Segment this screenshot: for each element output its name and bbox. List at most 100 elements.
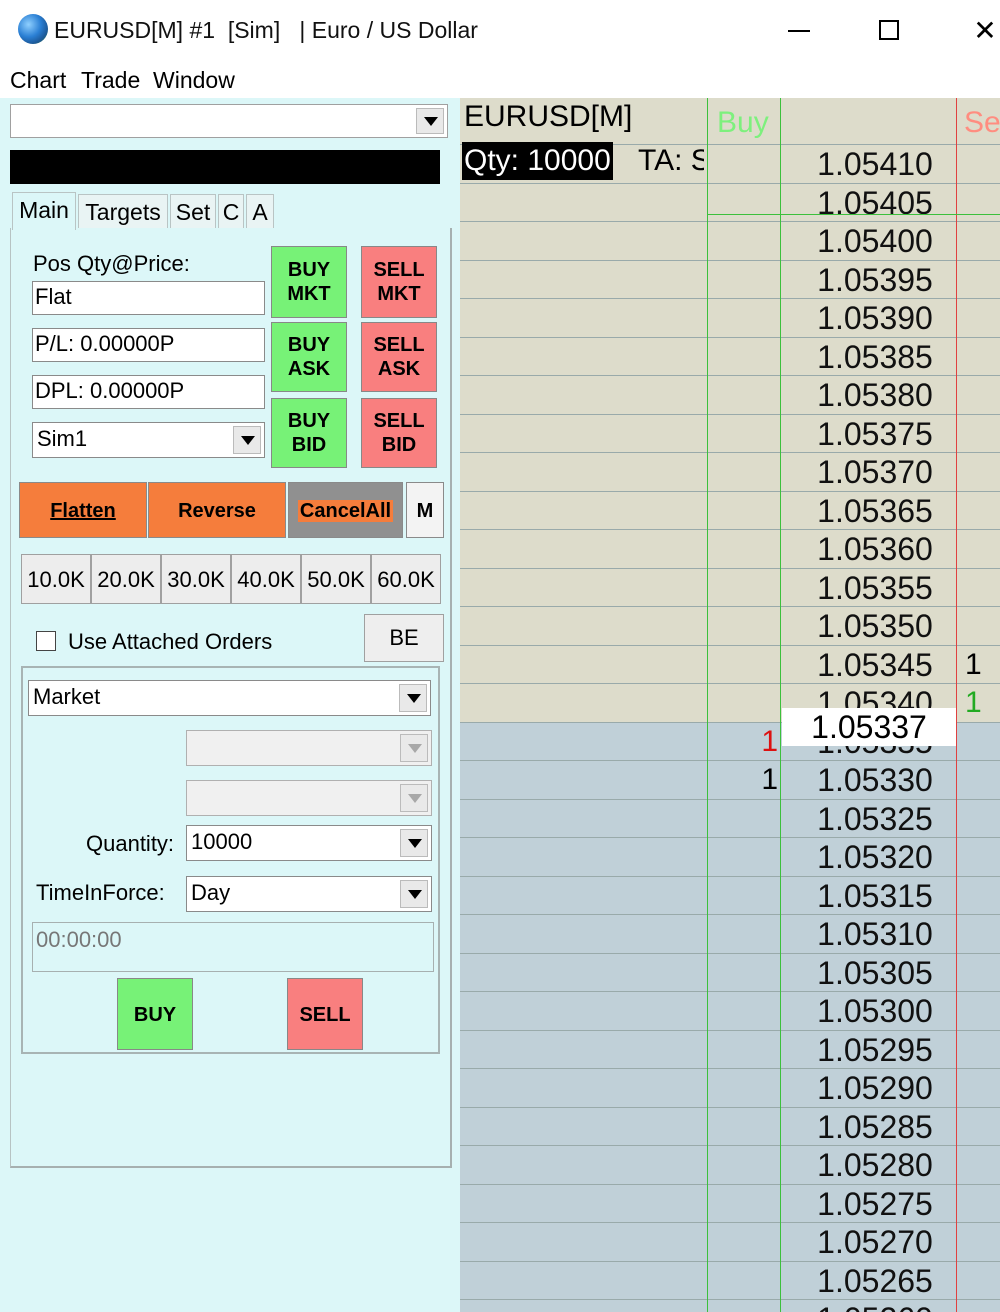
trade-panel: Main Targets Set C A Pos Qty@Price: Flat… — [0, 98, 460, 1312]
time-field[interactable]: 00:00:00 — [32, 922, 434, 972]
pos-qty-field: Flat — [32, 281, 265, 315]
buy-ask-button[interactable]: BUY ASK — [271, 322, 347, 392]
ladder-sell-cell[interactable]: 1 — [965, 646, 995, 684]
dpl-field: DPL: 0.00000P — [32, 375, 265, 409]
ladder-row[interactable]: 1.05405 — [460, 182, 1000, 221]
ladder-row[interactable]: 1.05355 — [460, 567, 1000, 606]
buy-button[interactable]: BUY — [117, 978, 193, 1050]
ladder-row[interactable]: 1.05375 — [460, 413, 1000, 452]
ladder-price: 1.05330 — [817, 762, 933, 798]
tab-c[interactable]: C — [218, 194, 244, 228]
reverse-button[interactable]: Reverse — [148, 482, 286, 538]
ladder-row[interactable]: 1.05310 — [460, 914, 1000, 953]
ladder-price: 1.05300 — [817, 993, 933, 1029]
ladder-row[interactable]: 1.05360 — [460, 529, 1000, 568]
minimize-button[interactable] — [770, 8, 830, 54]
ladder-sell-cell[interactable]: 1 — [965, 684, 995, 722]
account-value: Sim1 — [37, 426, 88, 451]
account-select[interactable]: Sim1 — [32, 422, 265, 458]
ladder-price: 1.05370 — [817, 454, 933, 490]
ladder-row[interactable]: 1.05400 — [460, 221, 1000, 260]
flatten-label: Flatten — [50, 500, 116, 522]
ladder-price: 1.05395 — [817, 261, 933, 298]
ladder-row[interactable]: 1.05365 — [460, 490, 1000, 529]
ladder-row[interactable]: 1.05265 — [460, 1260, 1000, 1299]
ladder-row[interactable]: 1.05320 — [460, 837, 1000, 876]
order-type-select[interactable]: Market — [28, 680, 431, 716]
tif-select[interactable]: Day — [186, 876, 432, 912]
last-price: 1.05337 — [782, 708, 956, 746]
ladder-row[interactable]: 1.05350 — [460, 606, 1000, 645]
sell-bid-button[interactable]: SELL BID — [361, 398, 437, 468]
chevron-down-icon — [400, 734, 428, 762]
ladder-row[interactable]: 1.05270 — [460, 1222, 1000, 1261]
ladder-row[interactable]: 1.05295 — [460, 1029, 1000, 1068]
tab-a[interactable]: A — [246, 194, 274, 228]
ladder-qty: Qty: 10000 — [462, 142, 613, 180]
quantity-select[interactable]: 10000 — [186, 825, 432, 861]
ladder-buy-cell[interactable]: 1 — [708, 723, 778, 761]
sell-button[interactable]: SELL — [287, 978, 363, 1050]
buy-bid-button[interactable]: BUY BID — [271, 398, 347, 468]
ladder-row[interactable]: 1.05385 — [460, 336, 1000, 375]
qty-30k-button[interactable]: 30.0K — [161, 554, 231, 604]
tab-main[interactable]: Main — [12, 192, 76, 230]
menu-window[interactable]: Window — [153, 67, 235, 94]
ladder-row[interactable]: 1.05315 — [460, 875, 1000, 914]
tab-targets[interactable]: Targets — [78, 194, 168, 228]
ladder-row[interactable]: 1.05380 — [460, 375, 1000, 414]
ladder-row[interactable]: 1.05305 — [460, 952, 1000, 991]
ladder-row[interactable]: 1.05330 1 — [460, 760, 1000, 799]
ladder-row[interactable]: 1.05395 — [460, 259, 1000, 298]
qty-40k-button[interactable]: 40.0K — [231, 554, 301, 604]
title-bar: EURUSD[M] #1 [Sim] | Euro / US Dollar ✕ — [0, 0, 1000, 62]
sell-mkt-button[interactable]: SELL MKT — [361, 246, 437, 318]
ladder-price: 1.05270 — [817, 1224, 933, 1260]
ladder-symbol: EURUSD[M] — [464, 100, 633, 133]
bid-ask-divider — [707, 214, 1000, 215]
ladder-row[interactable]: 1.05325 — [460, 798, 1000, 837]
status-bar — [10, 150, 440, 184]
ladder-row[interactable]: 1.05345 1 — [460, 644, 1000, 684]
ladder-row[interactable]: 1.05290 — [460, 1068, 1000, 1107]
sell-ask-button[interactable]: SELL ASK — [361, 322, 437, 392]
be-button[interactable]: BE — [364, 614, 444, 662]
qty-10k-button[interactable]: 10.0K — [21, 554, 91, 604]
ladder-row[interactable]: 1.05300 — [460, 991, 1000, 1030]
cancel-all-button[interactable]: CancelAll — [288, 482, 403, 538]
flatten-button[interactable]: Flatten — [19, 482, 147, 538]
chevron-down-icon[interactable] — [233, 426, 261, 454]
qty-20k-button[interactable]: 20.0K — [91, 554, 161, 604]
maximize-button[interactable] — [860, 8, 920, 54]
sell-column-line — [956, 98, 957, 1312]
ladder-row[interactable]: 1.05370 — [460, 452, 1000, 491]
chevron-down-icon[interactable] — [400, 829, 428, 857]
qty-60k-button[interactable]: 60.0K — [371, 554, 441, 604]
m-button[interactable]: M — [406, 482, 444, 538]
ladder-row[interactable]: 1.05285 — [460, 1106, 1000, 1145]
symbol-combo[interactable] — [10, 104, 448, 138]
ladder-price: 1.05275 — [817, 1185, 933, 1222]
qty-50k-button[interactable]: 50.0K — [301, 554, 371, 604]
price-select-disabled — [186, 730, 432, 766]
ladder-row[interactable]: 1.05390 — [460, 298, 1000, 337]
ladder-price: 1.05265 — [817, 1262, 933, 1299]
ladder-price: 1.05285 — [817, 1108, 933, 1145]
tab-set[interactable]: Set — [170, 194, 216, 228]
chevron-down-icon[interactable] — [399, 684, 427, 712]
menu-trade[interactable]: Trade — [81, 67, 140, 94]
ladder-buy-cell[interactable]: 1 — [708, 761, 778, 799]
sell-column-header: Se — [964, 106, 1000, 139]
chevron-down-icon[interactable] — [416, 108, 444, 134]
ladder-row[interactable]: 1.05260 — [460, 1299, 1000, 1312]
menu-chart[interactable]: Chart — [10, 67, 66, 94]
attached-orders-label: Use Attached Orders — [68, 629, 273, 654]
ladder-row[interactable]: 1.05280 — [460, 1145, 1000, 1184]
ladder-row[interactable]: 1.05275 — [460, 1183, 1000, 1222]
stop-select-disabled — [186, 780, 432, 816]
attached-orders-checkbox[interactable] — [36, 631, 56, 651]
ladder-price: 1.05315 — [817, 877, 933, 914]
chevron-down-icon[interactable] — [400, 880, 428, 908]
close-button[interactable]: ✕ — [955, 8, 1000, 54]
buy-mkt-button[interactable]: BUY MKT — [271, 246, 347, 318]
